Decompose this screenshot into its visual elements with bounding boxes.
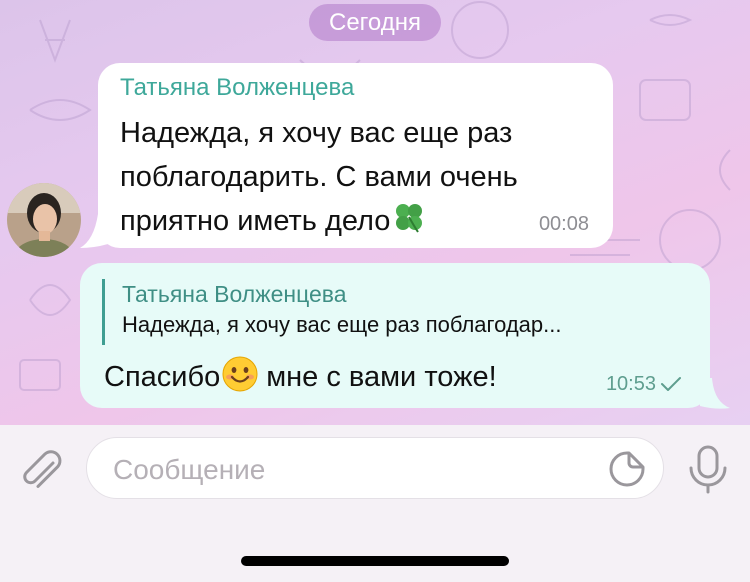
avatar-portrait [7,183,81,257]
message-text-after: мне с вами тоже! [266,361,497,393]
reply-quote[interactable]: Татьяна Волженцева Надежда, я хочу вас е… [102,279,561,345]
sent-check-icon [660,375,682,398]
outgoing-message-bubble[interactable]: Татьяна Волженцева Надежда, я хочу вас е… [80,263,710,408]
sender-avatar[interactable] [7,183,81,257]
message-input[interactable] [111,450,585,490]
message-composer[interactable] [86,437,664,499]
message-time: 00:08 [538,213,589,235]
message-text: Спасибо мне с вами тоже! [104,355,497,405]
home-indicator [241,556,509,566]
reply-quote-text: Надежда, я хочу вас еще раз поблагодар..… [122,312,562,337]
four-leaf-clover-icon [392,200,426,247]
message-sender-name[interactable]: Татьяна Волженцева [120,73,593,103]
message-text-content: Надежда, я хочу вас еще раз поблагодарит… [120,117,518,237]
incoming-message-bubble[interactable]: Татьяна Волженцева Надежда, я хочу вас е… [98,63,613,248]
message-text-before: Спасибо [104,361,221,393]
message-text: Надежда, я хочу вас еще раз поблагодарит… [120,111,593,247]
message-time-label: 10:53 [605,373,656,395]
smiling-face-icon [222,356,258,405]
message-time: 10:53 [606,373,682,398]
sticker-icon[interactable] [607,449,647,494]
microphone-icon[interactable] [686,444,730,501]
paperclip-icon[interactable] [19,449,65,500]
reply-sender-name: Татьяна Волженцева [122,281,347,307]
date-separator: Сегодня [309,4,441,41]
